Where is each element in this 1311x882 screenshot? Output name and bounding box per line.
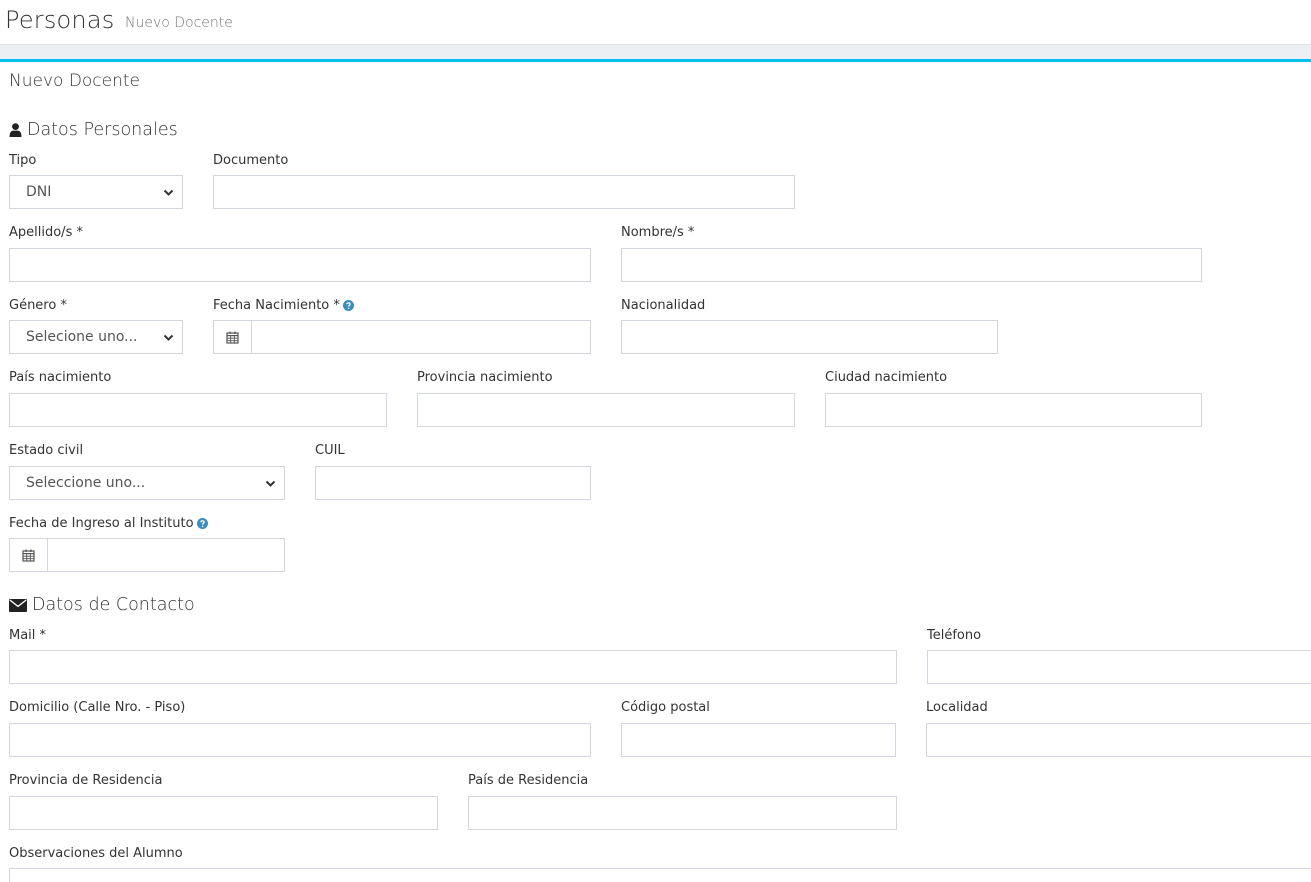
page-subtitle: Nuevo Docente xyxy=(125,15,233,31)
section-title-label: Datos Personales xyxy=(27,120,178,140)
localidad-input[interactable] xyxy=(926,723,1311,757)
documento-label: Documento xyxy=(213,153,289,168)
fecha-nacimiento-label: Fecha Nacimiento * xyxy=(213,298,340,313)
ciudad-nacimiento-label: Ciudad nacimiento xyxy=(825,370,948,385)
tipo-label: Tipo xyxy=(9,153,37,168)
fecha-ingreso-label: Fecha de Ingreso al Instituto xyxy=(9,516,194,531)
chevron-down-icon xyxy=(163,334,174,341)
user-icon xyxy=(9,123,22,137)
page-title: Personas xyxy=(5,6,115,34)
observaciones-textarea[interactable] xyxy=(9,868,1311,882)
section-title-label: Datos de Contacto xyxy=(32,595,195,615)
fecha-nacimiento-group xyxy=(213,320,591,354)
fecha-nacimiento-input[interactable] xyxy=(251,320,591,354)
provincia-nacimiento-label: Provincia nacimiento xyxy=(417,370,553,385)
provincia-residencia-input[interactable] xyxy=(9,796,438,830)
apellido-label: Apellido/s * xyxy=(9,225,83,240)
tipo-select[interactable]: DNI xyxy=(9,175,183,209)
chevron-down-icon xyxy=(163,189,174,196)
domicilio-label: Domicilio (Calle Nro. - Piso) xyxy=(9,700,186,715)
question-circle-icon[interactable] xyxy=(342,300,354,311)
cuil-input[interactable] xyxy=(315,466,591,500)
nacionalidad-input[interactable] xyxy=(621,320,998,354)
estado-civil-select-value: Seleccione uno... xyxy=(26,475,146,491)
localidad-label: Localidad xyxy=(926,700,988,715)
calendar-icon xyxy=(226,331,239,344)
content-background xyxy=(0,45,1311,59)
telefono-label: Teléfono xyxy=(927,628,982,643)
documento-input[interactable] xyxy=(213,175,795,209)
apellido-input[interactable] xyxy=(9,248,591,282)
mail-label: Mail * xyxy=(9,628,47,643)
page-header: Personas Nuevo Docente xyxy=(0,0,1311,45)
pais-residencia-input[interactable] xyxy=(468,796,897,830)
section-datos-personales: Datos Personales xyxy=(9,120,178,140)
estado-civil-label: Estado civil xyxy=(9,443,84,458)
chevron-down-icon xyxy=(265,480,276,487)
fecha-ingreso-addon[interactable] xyxy=(9,538,47,572)
pais-nacimiento-label: País nacimiento xyxy=(9,370,112,385)
nacionalidad-label: Nacionalidad xyxy=(621,298,706,313)
domicilio-input[interactable] xyxy=(9,723,591,757)
observaciones-label: Observaciones del Alumno xyxy=(9,846,183,861)
nombre-label: Nombre/s * xyxy=(621,225,695,240)
fecha-nacimiento-label-group: Fecha Nacimiento * xyxy=(213,298,354,313)
tipo-select-value: DNI xyxy=(26,184,52,200)
envelope-icon xyxy=(9,598,27,612)
estado-civil-select[interactable]: Seleccione uno... xyxy=(9,466,285,500)
box-title: Nuevo Docente xyxy=(9,71,141,91)
pais-nacimiento-input[interactable] xyxy=(9,393,387,427)
provincia-nacimiento-input[interactable] xyxy=(417,393,795,427)
fecha-ingreso-input[interactable] xyxy=(47,538,285,572)
section-datos-contacto: Datos de Contacto xyxy=(9,595,195,615)
codigo-postal-input[interactable] xyxy=(621,723,896,757)
fecha-nacimiento-addon[interactable] xyxy=(213,320,251,354)
question-circle-icon[interactable] xyxy=(196,518,208,529)
fecha-ingreso-label-group: Fecha de Ingreso al Instituto xyxy=(9,516,208,531)
calendar-icon xyxy=(22,549,35,562)
ciudad-nacimiento-input[interactable] xyxy=(825,393,1202,427)
telefono-input[interactable] xyxy=(927,650,1311,684)
genero-label: Género * xyxy=(9,298,67,313)
cuil-label: CUIL xyxy=(315,443,345,458)
nombre-input[interactable] xyxy=(621,248,1202,282)
provincia-residencia-label: Provincia de Residencia xyxy=(9,773,163,788)
mail-input[interactable] xyxy=(9,650,897,684)
fecha-ingreso-group xyxy=(9,538,285,572)
pais-residencia-label: País de Residencia xyxy=(468,773,589,788)
genero-select-value: Selecione uno... xyxy=(26,329,138,345)
codigo-postal-label: Código postal xyxy=(621,700,710,715)
genero-select[interactable]: Selecione uno... xyxy=(9,320,183,354)
